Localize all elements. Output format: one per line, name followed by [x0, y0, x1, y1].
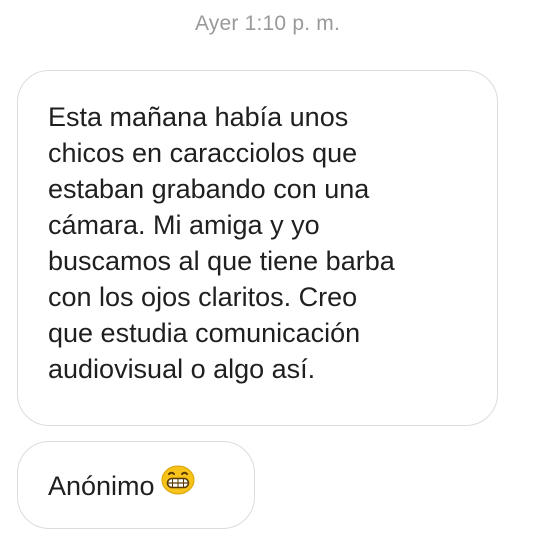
chat-screen: Ayer 1:10 p. m. Esta mañana había unos c… [0, 0, 535, 535]
message-text-line: con los ojos claritos. Creo [48, 282, 358, 312]
grinning-face-icon [161, 465, 195, 504]
message-timestamp: Ayer 1:10 p. m. [194, 12, 341, 35]
message-text-line: audiovisual o algo así. [48, 354, 316, 384]
message-text-line: buscamos al que tiene barba [48, 246, 395, 276]
message-text-line: Esta mañana había unos [48, 102, 349, 132]
message-text-line: que estudia comunicación [48, 318, 361, 348]
message-bubble[interactable]: Esta mañana había unos chicos en caracci… [17, 70, 498, 426]
message-text-line: estaban grabando con una [48, 174, 370, 204]
message-text-line: chicos en caracciolos que [48, 138, 358, 168]
message-bubble-signature[interactable]: Anónimo [17, 441, 255, 529]
signature-text: Anónimo [48, 471, 155, 501]
message-text-line: cámara. Mi amiga y yo [48, 210, 320, 240]
